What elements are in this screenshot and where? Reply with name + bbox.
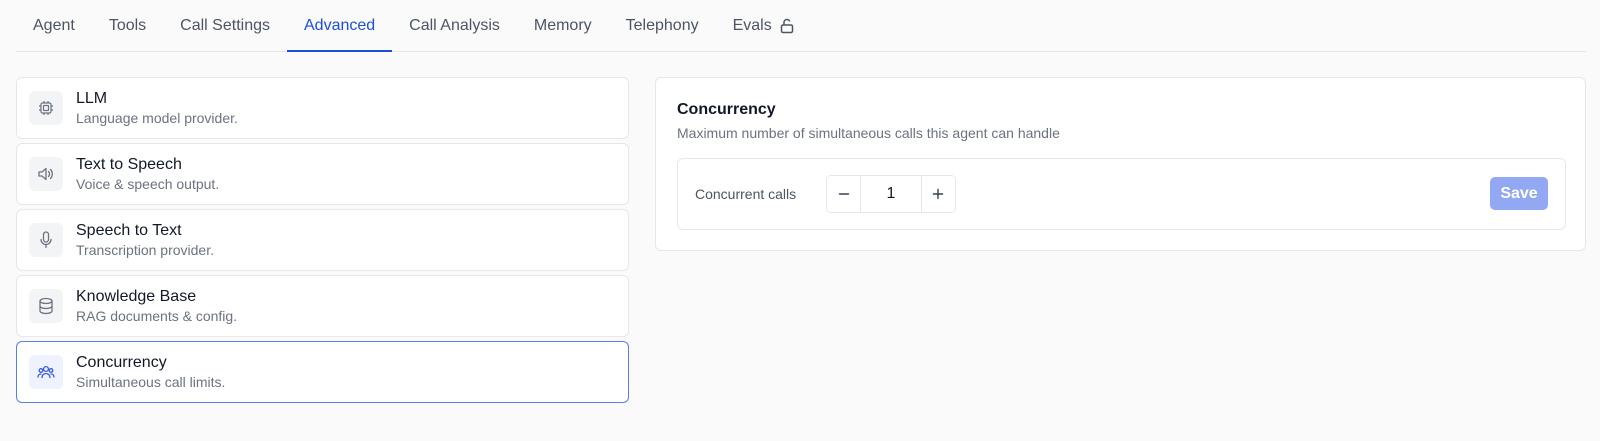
lock-icon	[780, 18, 794, 34]
concurrent-calls-value[interactable]: 1	[860, 176, 922, 212]
microphone-icon	[29, 223, 63, 257]
increment-button[interactable]	[921, 176, 955, 212]
section-description: Voice & speech output.	[76, 176, 220, 192]
tab-label: Call Settings	[180, 16, 270, 34]
save-button[interactable]: Save	[1490, 177, 1548, 210]
tab-label: Tools	[108, 16, 147, 34]
section-item-llm[interactable]: LLM Language model provider.	[16, 77, 629, 139]
tab-bar: Agent Tools Call Settings Advanced Call …	[16, 0, 1586, 52]
tab-label: Evals	[732, 16, 772, 34]
tab-label: Agent	[33, 16, 75, 34]
section-title: Text to Speech	[76, 156, 182, 173]
tab-telephony[interactable]: Telephony	[609, 0, 716, 51]
database-icon	[29, 289, 63, 323]
section-description: RAG documents & config.	[76, 308, 238, 324]
section-title: Speech to Text	[76, 222, 182, 239]
plus-icon	[933, 188, 944, 200]
concurrent-calls-stepper: 1	[826, 175, 956, 213]
tab-call-analysis[interactable]: Call Analysis	[392, 0, 517, 51]
section-title: Knowledge Base	[76, 288, 197, 305]
users-icon	[29, 355, 63, 389]
tab-label: Call Analysis	[409, 16, 500, 34]
tab-advanced[interactable]: Advanced	[287, 0, 393, 52]
tab-evals[interactable]: Evals	[716, 0, 811, 51]
section-description: Transcription provider.	[76, 242, 214, 258]
section-title: LLM	[76, 90, 108, 107]
tab-agent[interactable]: Agent	[16, 0, 92, 51]
section-item-knowledge-base[interactable]: Knowledge Base RAG documents & config.	[16, 275, 629, 337]
tab-label: Memory	[533, 16, 592, 34]
section-item-text-to-speech[interactable]: Text to Speech Voice & speech output.	[16, 143, 629, 205]
tab-memory[interactable]: Memory	[517, 0, 609, 51]
section-title: Concurrency	[76, 354, 167, 371]
minus-icon	[838, 193, 849, 195]
tab-label: Telephony	[625, 16, 699, 34]
settings-section-list: LLM Language model provider. Text to Spe…	[16, 77, 629, 407]
speaker-icon	[29, 157, 63, 191]
chip-icon	[29, 91, 63, 125]
tab-label: Advanced	[304, 16, 376, 34]
section-item-speech-to-text[interactable]: Speech to Text Transcription provider.	[16, 209, 629, 271]
decrement-button[interactable]	[827, 176, 861, 212]
concurrency-panel: Concurrency Maximum number of simultaneo…	[655, 77, 1586, 251]
tab-call-settings[interactable]: Call Settings	[163, 0, 287, 51]
section-item-concurrency[interactable]: Concurrency Simultaneous call limits.	[16, 341, 629, 403]
section-description: Simultaneous call limits.	[76, 374, 226, 390]
concurrent-calls-label: Concurrent calls	[695, 186, 797, 202]
panel-description: Maximum number of simultaneous calls thi…	[677, 125, 1060, 141]
section-description: Language model provider.	[76, 110, 238, 126]
panel-title: Concurrency	[677, 101, 776, 118]
concurrent-calls-row: Concurrent calls 1 Save	[677, 158, 1566, 230]
tab-tools[interactable]: Tools	[92, 0, 163, 51]
